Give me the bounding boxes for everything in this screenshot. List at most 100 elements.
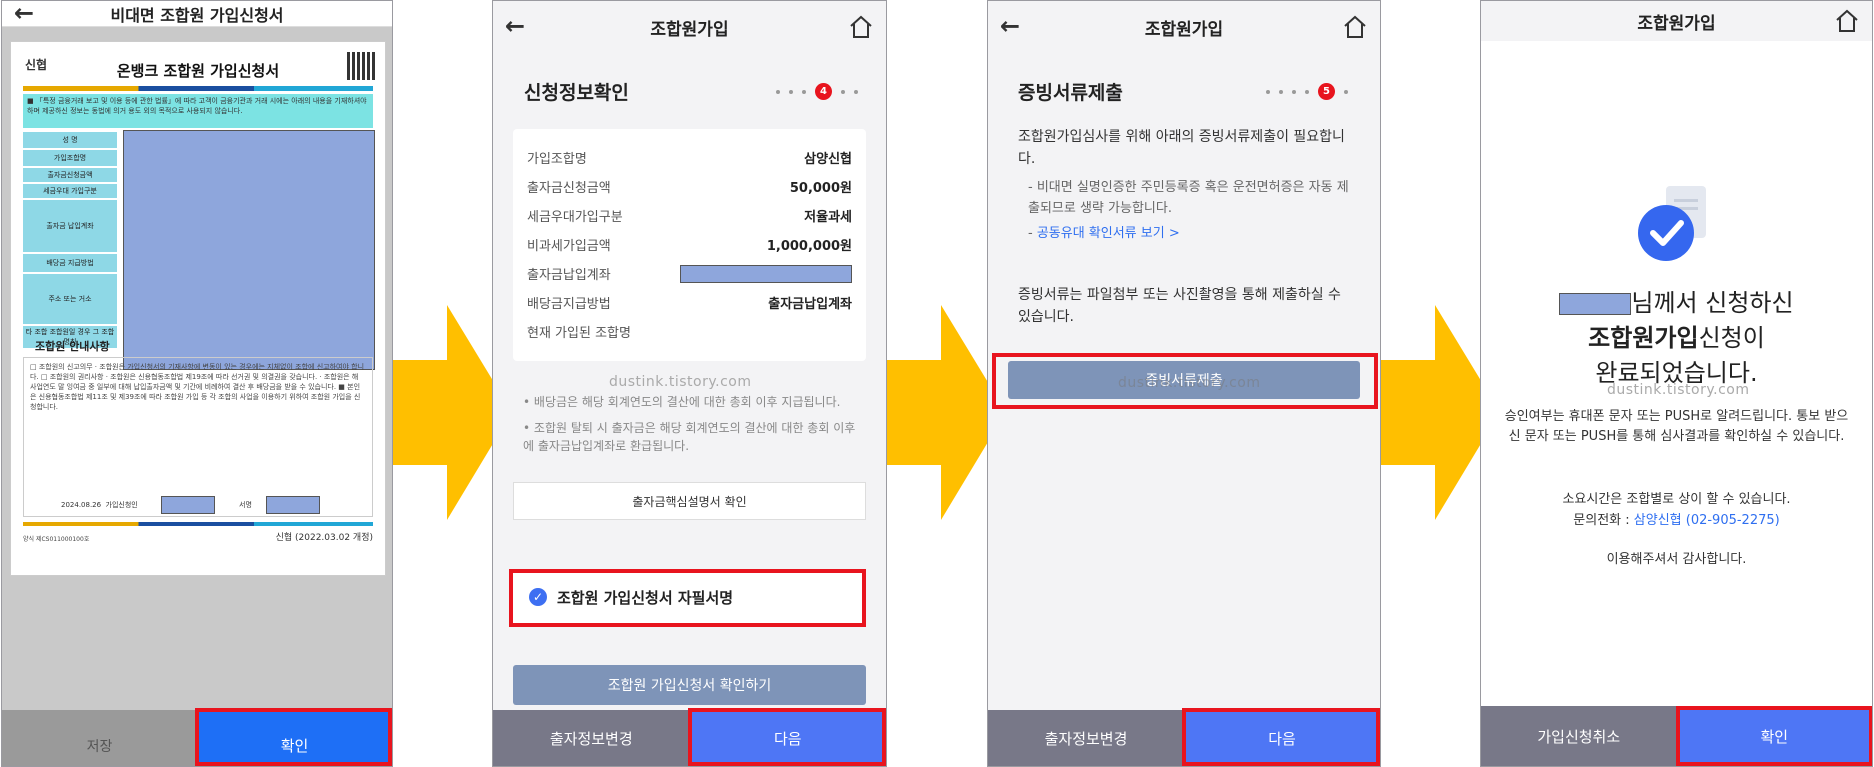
doc-notice: ■ 「특정 금융거래 보고 및 이용 등에 관한 법률」에 따라 고객이 금융기… bbox=[23, 94, 373, 128]
doc-date: 2024.08.26 가입신청인 bbox=[61, 500, 138, 510]
info-value: 삼양신협 bbox=[804, 152, 852, 167]
info-key: 가입조합명 bbox=[527, 152, 587, 167]
info-row: 세금우대가입구분 저율과세 bbox=[513, 201, 866, 230]
save-button[interactable]: 저장 bbox=[2, 710, 197, 766]
back-arrow-icon[interactable]: ← bbox=[14, 1, 42, 29]
complete-text: 신청이 bbox=[1698, 324, 1765, 352]
highlight-box bbox=[1676, 706, 1872, 766]
note-item: • 조합원 탈퇴 시 출자금은 해당 회계연도의 결산에 대한 총회 이후에 출… bbox=[523, 421, 856, 453]
doc-section-title: 조합원 안내사항 bbox=[35, 340, 110, 353]
redacted-account bbox=[680, 264, 852, 283]
doc-title: 온뱅크 조합원 가입신청서 bbox=[116, 62, 280, 80]
info-value: 저율과세 bbox=[804, 210, 852, 225]
info-row: 출자금납입계좌 bbox=[513, 259, 866, 288]
header: 조합원가입 bbox=[1481, 1, 1872, 41]
page-title: 조합원가입 bbox=[650, 19, 729, 40]
header: ← 조합원가입 bbox=[493, 1, 886, 53]
view-form-button[interactable]: 조합원 가입신청서 확인하기 bbox=[513, 665, 866, 705]
info-key: 출자금신청금액 bbox=[527, 181, 611, 196]
time-message: 소요시간은 조합별로 상이 할 수 있습니다. bbox=[1562, 492, 1791, 507]
contact-label: 문의전화 : bbox=[1573, 513, 1630, 528]
note-list: • 배당금은 해당 회계연도의 결산에 대한 총회 이후 지급됩니다. • 조합… bbox=[523, 393, 856, 455]
change-investment-button[interactable]: 출자정보변경 bbox=[493, 710, 690, 766]
screen-application-form: ← 비대면 조합원 가입신청서 신협 온뱅크 조합원 가입신청서 ■ 「특정 금… bbox=[1, 0, 393, 767]
thanks-message: 이용해주셔서 감사합니다. bbox=[1606, 552, 1747, 567]
doc-divider bbox=[23, 86, 373, 91]
header: ← 조합원가입 bbox=[988, 1, 1380, 53]
complete-text: 님께서 신청하신 bbox=[1631, 289, 1794, 317]
highlight-box bbox=[992, 353, 1378, 409]
info-key: 세금우대가입구분 bbox=[527, 210, 623, 225]
current-step: 4 bbox=[815, 83, 832, 100]
doc-fine-print: □ 조합원의 신고의무 · 조합원은 가입신청서의 기재사항에 변동이 있는 경… bbox=[23, 357, 373, 517]
doc-applicant-label: 가입신청인 bbox=[105, 501, 138, 509]
step-dot bbox=[1266, 89, 1270, 94]
back-arrow-icon[interactable]: ← bbox=[505, 12, 533, 40]
redacted-name bbox=[1559, 293, 1632, 315]
step-indicator: 4 bbox=[776, 83, 858, 100]
home-icon[interactable] bbox=[1342, 14, 1368, 40]
cancel-application-button[interactable]: 가입신청취소 bbox=[1481, 706, 1677, 766]
home-icon[interactable] bbox=[848, 14, 874, 40]
current-step: 5 bbox=[1318, 83, 1335, 100]
doc-label: 주소 또는 거소 bbox=[23, 274, 117, 326]
doc-date-value: 2024.08.26 bbox=[61, 501, 102, 509]
page-title: 조합원가입 bbox=[1637, 13, 1716, 34]
doc-label: 배당금 지급방법 bbox=[23, 254, 117, 274]
proof-link-text[interactable]: 공동유대 확인서류 보기 bbox=[1037, 226, 1165, 241]
application-document: 신협 온뱅크 조합원 가입신청서 ■ 「특정 금융거래 보고 및 이용 등에 관… bbox=[10, 41, 386, 576]
redacted-applicant bbox=[161, 496, 215, 514]
note-item: • 배당금은 해당 회계연도의 결산에 대한 총회 이후 지급됩니다. bbox=[523, 395, 841, 409]
redacted-signature bbox=[266, 496, 320, 514]
complete-line-1: 님께서 신청하신 bbox=[1481, 283, 1872, 318]
step-dot bbox=[1344, 89, 1348, 94]
info-key: 비과세가입금액 bbox=[527, 239, 611, 254]
page-title: 비대면 조합원 가입신청서 bbox=[110, 5, 284, 25]
step-indicator: 5 bbox=[1266, 83, 1348, 100]
doc-label: 가입조합명 bbox=[23, 150, 117, 168]
info-key: 현재 가입된 조합명 bbox=[527, 326, 631, 341]
screen-application-review: ← 조합원가입 신청정보확인 4 가입조합명 삼양신협 출자금신청금액 50,000… bbox=[492, 0, 887, 767]
screen-document-submit: ← 조합원가입 증빙서류제출 5 조합원가입심사를 위해 아래의 증빙서류제출이… bbox=[987, 0, 1381, 767]
change-investment-button[interactable]: 출자정보변경 bbox=[988, 710, 1184, 766]
tutorial-canvas: ← 비대면 조합원 가입신청서 신협 온뱅크 조합원 가입신청서 ■ 「특정 금… bbox=[0, 0, 1874, 767]
doc-divider bbox=[23, 522, 373, 526]
watermark: dustink.tistory.com bbox=[1607, 382, 1750, 398]
doc-field-labels: 성 명 가입조합명 출자금신청금액 세금우대 가입구분 출자금 납입계좌 배당금… bbox=[23, 132, 117, 350]
doc-label: 성 명 bbox=[23, 132, 117, 150]
doc-label: 세금우대 가입구분 bbox=[23, 184, 117, 200]
info-value: 출자금납입계좌 bbox=[768, 297, 852, 312]
header: ← 비대면 조합원 가입신청서 bbox=[2, 1, 392, 27]
doc-label: 출자금신청금액 bbox=[23, 168, 117, 184]
info-value: 1,000,000원 bbox=[766, 239, 852, 254]
info-row: 출자금신청금액 50,000원 bbox=[513, 172, 866, 201]
home-icon[interactable] bbox=[1834, 8, 1860, 34]
explain-doc-button[interactable]: 출자금핵심설명서 확인 bbox=[513, 482, 866, 520]
complete-line-2: 조합원가입신청이 bbox=[1481, 318, 1872, 353]
info-row: 현재 가입된 조합명 bbox=[513, 317, 866, 346]
doc-sign-label: 서명 bbox=[239, 501, 252, 509]
highlight-box bbox=[688, 708, 886, 766]
contact-phone-link[interactable]: 삼양신협 (02-905-2275) bbox=[1634, 513, 1780, 528]
complete-check-icon bbox=[1638, 186, 1706, 261]
watermark: dustink.tistory.com bbox=[609, 374, 752, 390]
step-dot bbox=[854, 89, 858, 94]
info-row: 비과세가입금액 1,000,000원 bbox=[513, 230, 866, 259]
step-dot bbox=[789, 89, 793, 94]
note-item: - 비대면 실명인증한 주민등록증 혹은 운전면허증은 자동 제출되므로 생략 … bbox=[1028, 180, 1349, 216]
info-key: 배당금지급방법 bbox=[527, 297, 611, 312]
note-text: 조합원 탈퇴 시 출자금은 해당 회계연도의 결산에 대한 총회 이후에 출자금… bbox=[523, 421, 856, 453]
doc-form-number: 양식 제CS011000100호 bbox=[23, 536, 90, 543]
back-arrow-icon[interactable]: ← bbox=[1000, 12, 1028, 40]
chevron-right-icon: > bbox=[1164, 226, 1180, 241]
contact-line: 문의전화 : 삼양신협 (02-905-2275) bbox=[1501, 511, 1852, 531]
section-title: 증빙서류제출 bbox=[1018, 82, 1123, 104]
info-card: 가입조합명 삼양신협 출자금신청금액 50,000원 세금우대가입구분 저율과세 비과… bbox=[513, 129, 866, 361]
step-dot bbox=[841, 89, 845, 94]
info-row: 가입조합명 삼양신협 bbox=[513, 143, 866, 172]
note-text: 비대면 실명인증한 주민등록증 혹은 운전면허증은 자동 제출되므로 생략 가능… bbox=[1028, 180, 1349, 216]
complete-text-bold: 조합원가입 bbox=[1588, 324, 1699, 352]
step-dot bbox=[1279, 89, 1283, 94]
proof-link[interactable]: - 공동유대 확인서류 보기 > bbox=[1018, 223, 1350, 245]
highlight-box bbox=[195, 708, 392, 766]
